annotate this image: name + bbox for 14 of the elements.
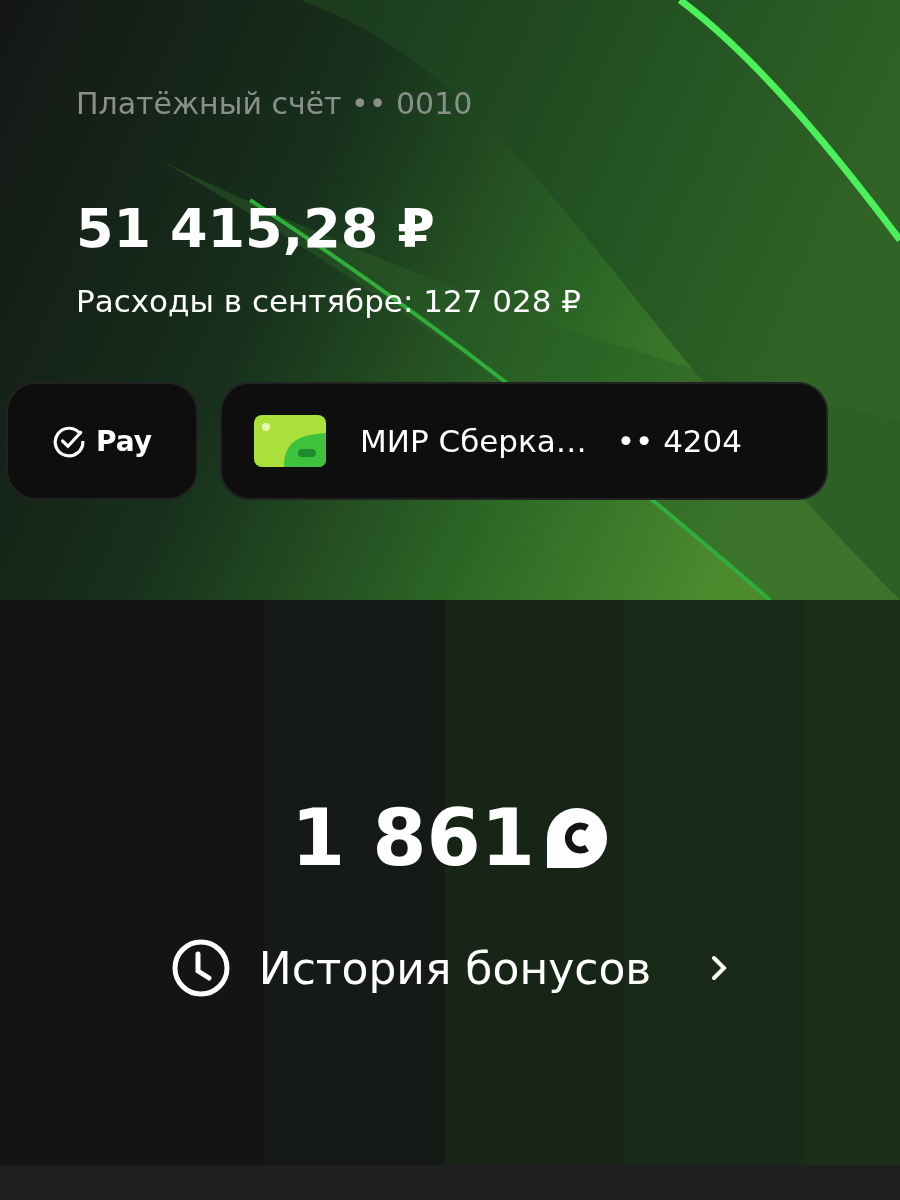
pay-chip[interactable]: Pay (6, 382, 198, 500)
check-circle-icon (51, 424, 86, 458)
bonus-history-link[interactable]: История бонусов (170, 938, 730, 998)
account-title: Платёжный счёт •• 0010 (76, 85, 474, 123)
card-name: МИР Сберка… (360, 423, 587, 459)
card-chip[interactable]: МИР Сберка… •• 4204 (220, 382, 828, 500)
card-icon (254, 415, 326, 467)
monthly-expenses: Расходы в сентябре: 127 028 ₽ (76, 282, 582, 321)
bonus-coin-icon (545, 806, 610, 870)
pay-label: Pay (95, 424, 153, 458)
clock-icon (170, 938, 231, 998)
bonus-amount: 1 861 (290, 792, 536, 885)
card-number: •• 4204 (616, 423, 743, 459)
account-balance: 51 415,28 ₽ (76, 196, 436, 262)
